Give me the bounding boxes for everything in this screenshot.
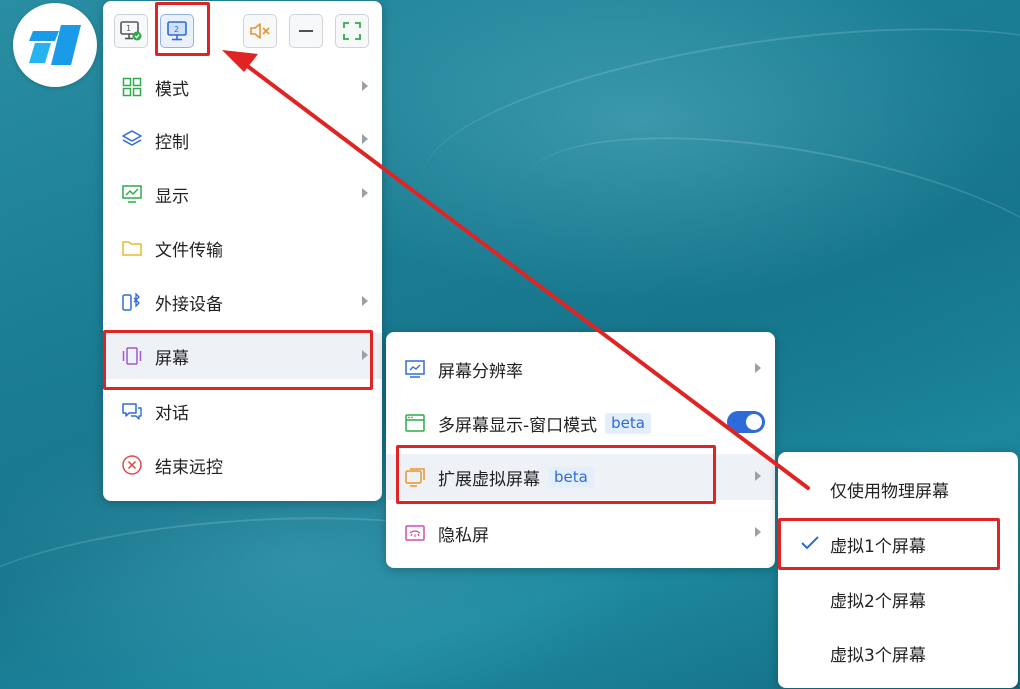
annotation-arrow	[222, 50, 810, 490]
